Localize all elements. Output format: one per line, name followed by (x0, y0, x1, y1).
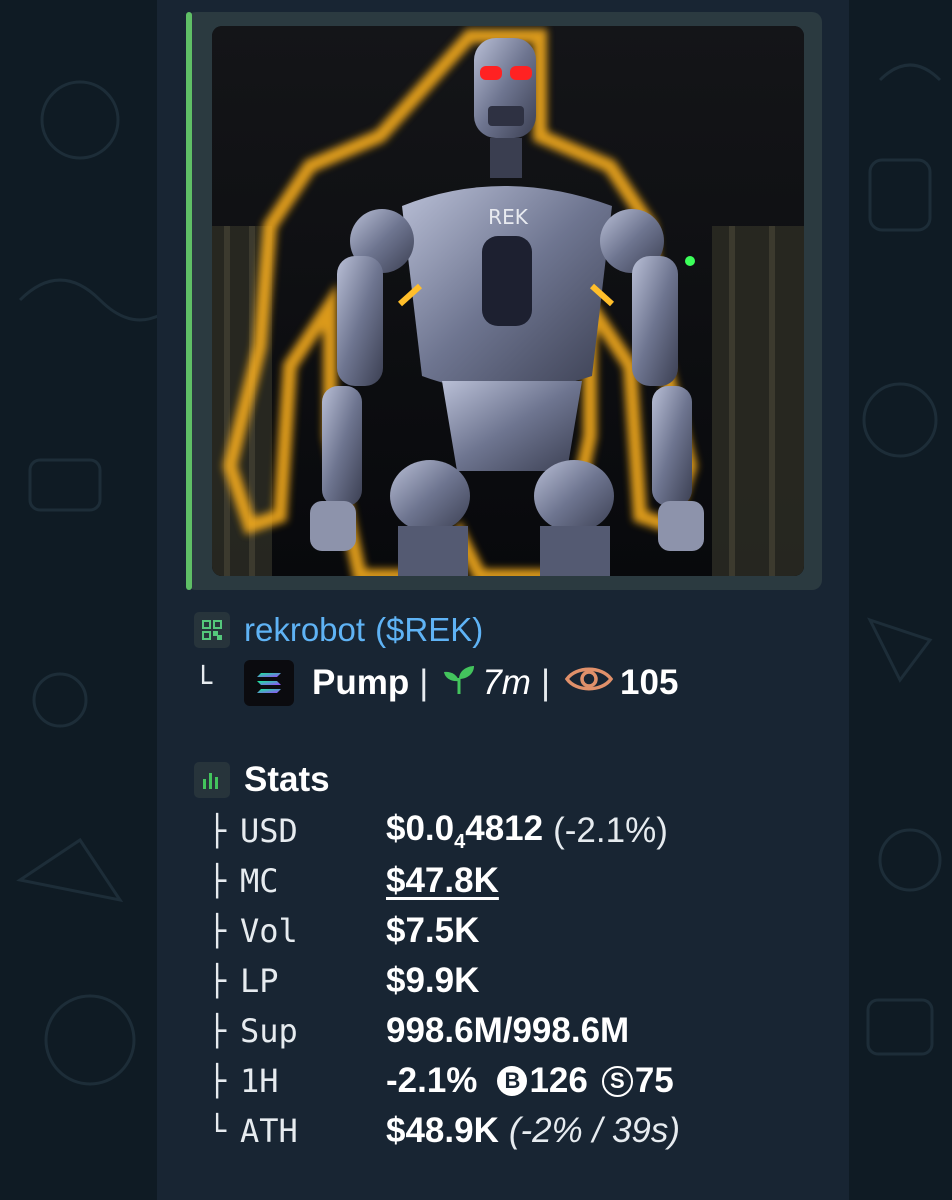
hour-change: -2.1% (386, 1061, 478, 1100)
qr-code-icon[interactable] (194, 612, 230, 648)
supply-value: 998.6M/998.6M (386, 1011, 630, 1050)
sells-count: 75 (634, 1061, 674, 1100)
sells-icon: S (601, 1065, 633, 1097)
token-meta-row: └ Pump | 7m | 105 (194, 660, 678, 706)
stat-row-vol: ├ Vol $7.5K (208, 906, 808, 956)
tree-branch: ├ (208, 913, 227, 949)
token-age: 7m (482, 663, 531, 702)
buys-count: 126 (529, 1061, 588, 1100)
stat-label: USD (240, 812, 298, 850)
stats-title: Stats (244, 760, 330, 799)
stat-row-usd: ├ USD $0.044812 (-2.1%) (208, 806, 808, 856)
token-image[interactable]: REK (212, 26, 804, 576)
solana-logo-icon (244, 660, 294, 706)
tree-branch: ├ (208, 1063, 227, 1099)
separator: | (540, 663, 551, 702)
token-title-row: rekrobot ($REK) (194, 608, 483, 652)
ath-note: (-2% / 39s) (508, 1111, 681, 1150)
eye-icon (564, 662, 614, 705)
market-cap-link[interactable]: $47.8K (386, 861, 499, 901)
bar-chart-icon (194, 762, 230, 798)
tree-branch: ├ (208, 863, 227, 899)
stat-label: 1H (240, 1062, 279, 1100)
stat-row-supply: ├ Sup 998.6M/998.6M (208, 1006, 808, 1056)
tree-branch: ├ (208, 813, 227, 849)
stat-row-1h: ├ 1H -2.1% B 126 S 75 (208, 1056, 808, 1106)
view-count: 105 (620, 663, 679, 702)
volume-value: $7.5K (386, 911, 480, 950)
stat-row-ath: └ ATH $48.9K (-2% / 39s) (208, 1106, 808, 1156)
buys-icon: B (497, 1066, 528, 1096)
quote-accent-bar (186, 12, 192, 590)
ath-value: $48.9K (386, 1111, 499, 1150)
platform-label: Pump (312, 663, 410, 702)
separator: | (419, 663, 429, 702)
stats-header: Stats (194, 758, 330, 802)
stat-row-mc: ├ MC $47.8K (208, 856, 808, 906)
tree-branch: ├ (208, 963, 227, 999)
stat-label: ATH (240, 1112, 298, 1150)
tree-corner: └ (194, 665, 213, 701)
sprout-icon (442, 662, 476, 705)
robot-chest-text: REK (488, 205, 529, 229)
token-symbol: ($REK) (375, 611, 484, 648)
stat-label: Sup (240, 1012, 298, 1050)
tree-corner: └ (208, 1113, 227, 1149)
stat-label: LP (240, 962, 279, 1000)
stat-row-lp: ├ LP $9.9K (208, 956, 808, 1006)
stat-label: Vol (240, 912, 298, 950)
price-change: (-2.1%) (553, 811, 668, 850)
liquidity-value: $9.9K (386, 961, 480, 1000)
stat-label: MC (240, 862, 279, 900)
tree-branch: ├ (208, 1013, 227, 1049)
token-name-link[interactable]: rekrobot (244, 611, 365, 649)
price-value: $0.044812 (386, 808, 544, 853)
